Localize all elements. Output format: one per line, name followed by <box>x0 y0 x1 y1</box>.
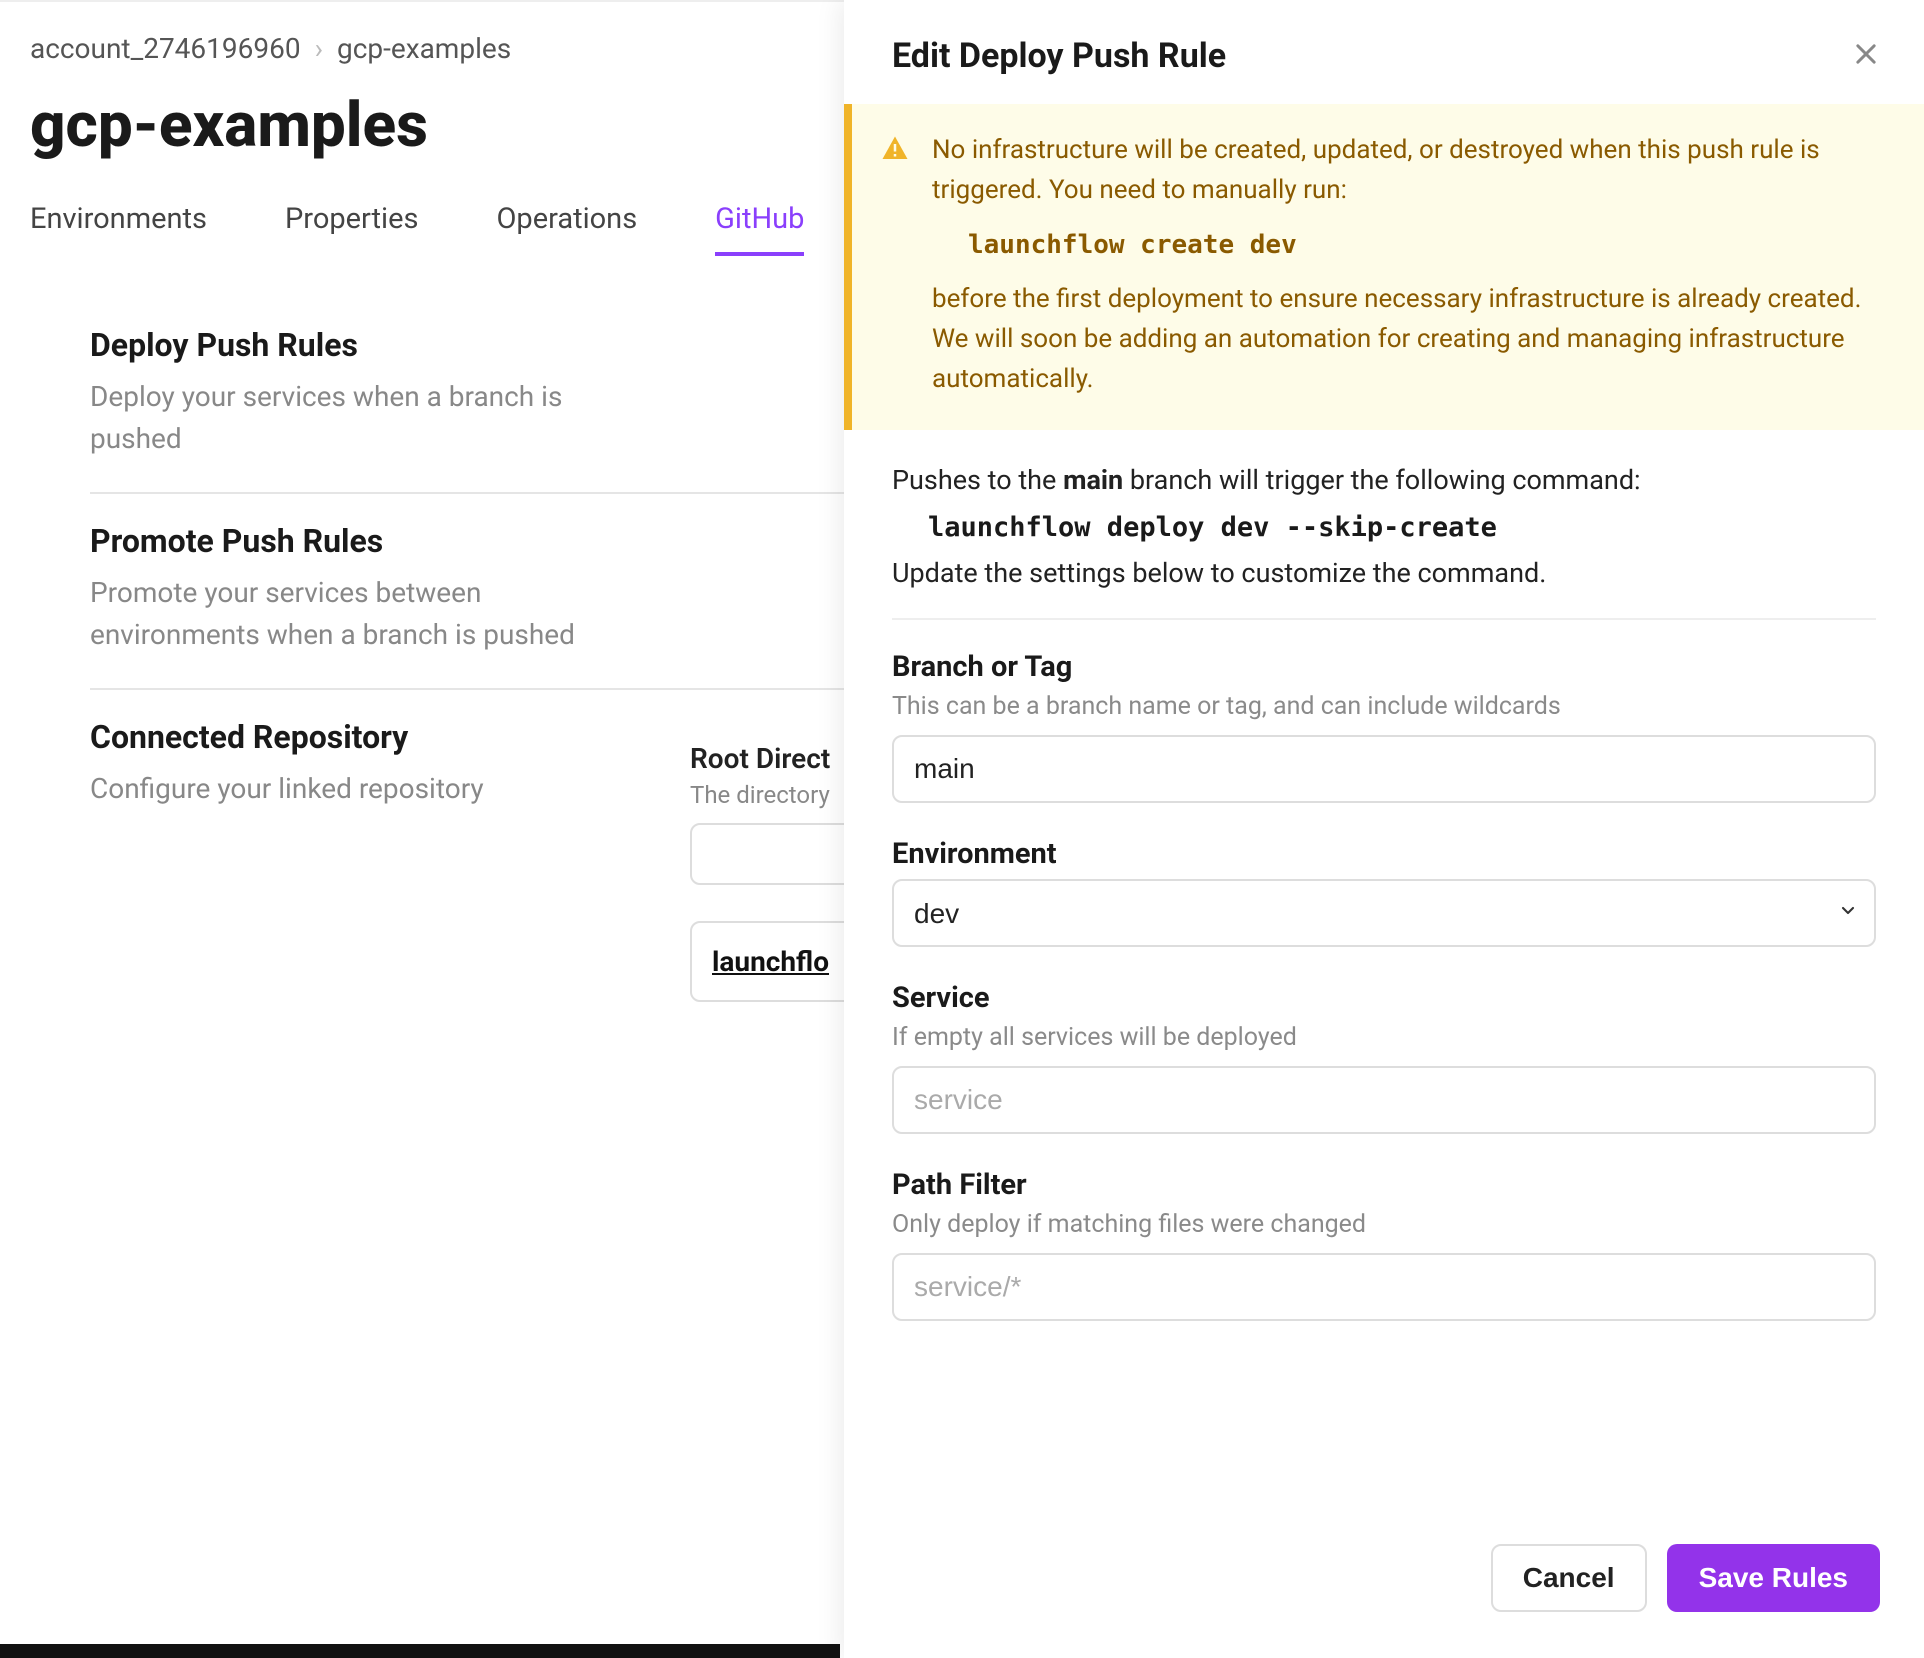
intro-suffix: branch will trigger the following comman… <box>1123 464 1640 496</box>
tab-github[interactable]: GitHub <box>715 202 804 256</box>
warning-line2: before the first deployment to ensure ne… <box>932 284 1861 395</box>
divider <box>892 618 1876 620</box>
intro-prefix: Pushes to the <box>892 464 1063 496</box>
section-desc: Configure your linked repository <box>90 768 610 810</box>
environment-select[interactable]: dev <box>892 879 1876 947</box>
close-icon[interactable] <box>1852 38 1880 74</box>
intro-branch: main <box>1063 464 1123 496</box>
path-filter-hint: Only deploy if matching files were chang… <box>892 1210 1876 1239</box>
tab-operations[interactable]: Operations <box>496 202 637 256</box>
section-desc: Promote your services between environmen… <box>90 572 610 656</box>
cancel-button[interactable]: Cancel <box>1491 1544 1647 1612</box>
breadcrumb-account[interactable]: account_2746196960 <box>30 32 301 65</box>
edit-deploy-push-rule-panel: Edit Deploy Push Rule No infrastructure … <box>844 0 1924 1658</box>
panel-title: Edit Deploy Push Rule <box>892 36 1226 76</box>
service-label: Service <box>892 981 1876 1015</box>
tab-properties[interactable]: Properties <box>285 202 418 256</box>
branch-input[interactable] <box>892 735 1876 803</box>
branch-hint: This can be a branch name or tag, and ca… <box>892 692 1876 721</box>
warning-line1: No infrastructure will be created, updat… <box>932 135 1820 205</box>
warning-cmd: launchflow create dev <box>968 225 1888 265</box>
service-hint: If empty all services will be deployed <box>892 1023 1876 1052</box>
path-filter-label: Path Filter <box>892 1168 1876 1202</box>
warning-icon <box>880 134 910 400</box>
environment-label: Environment <box>892 837 1876 871</box>
intro-update: Update the settings below to customize t… <box>892 553 1876 595</box>
branch-label: Branch or Tag <box>892 650 1876 684</box>
path-filter-input[interactable] <box>892 1253 1876 1321</box>
breadcrumb-project[interactable]: gcp-examples <box>337 32 511 65</box>
bottom-bar <box>0 1644 840 1658</box>
repo-link[interactable]: launchflo <box>712 945 829 978</box>
intro-cmd: launchflow deploy dev --skip-create <box>928 512 1876 543</box>
chevron-right-icon: › <box>315 32 323 65</box>
service-input[interactable] <box>892 1066 1876 1134</box>
warning-banner: No infrastructure will be created, updat… <box>844 104 1924 430</box>
save-rules-button[interactable]: Save Rules <box>1667 1544 1880 1612</box>
section-desc: Deploy your services when a branch is pu… <box>90 376 610 460</box>
tab-environments[interactable]: Environments <box>30 202 207 256</box>
